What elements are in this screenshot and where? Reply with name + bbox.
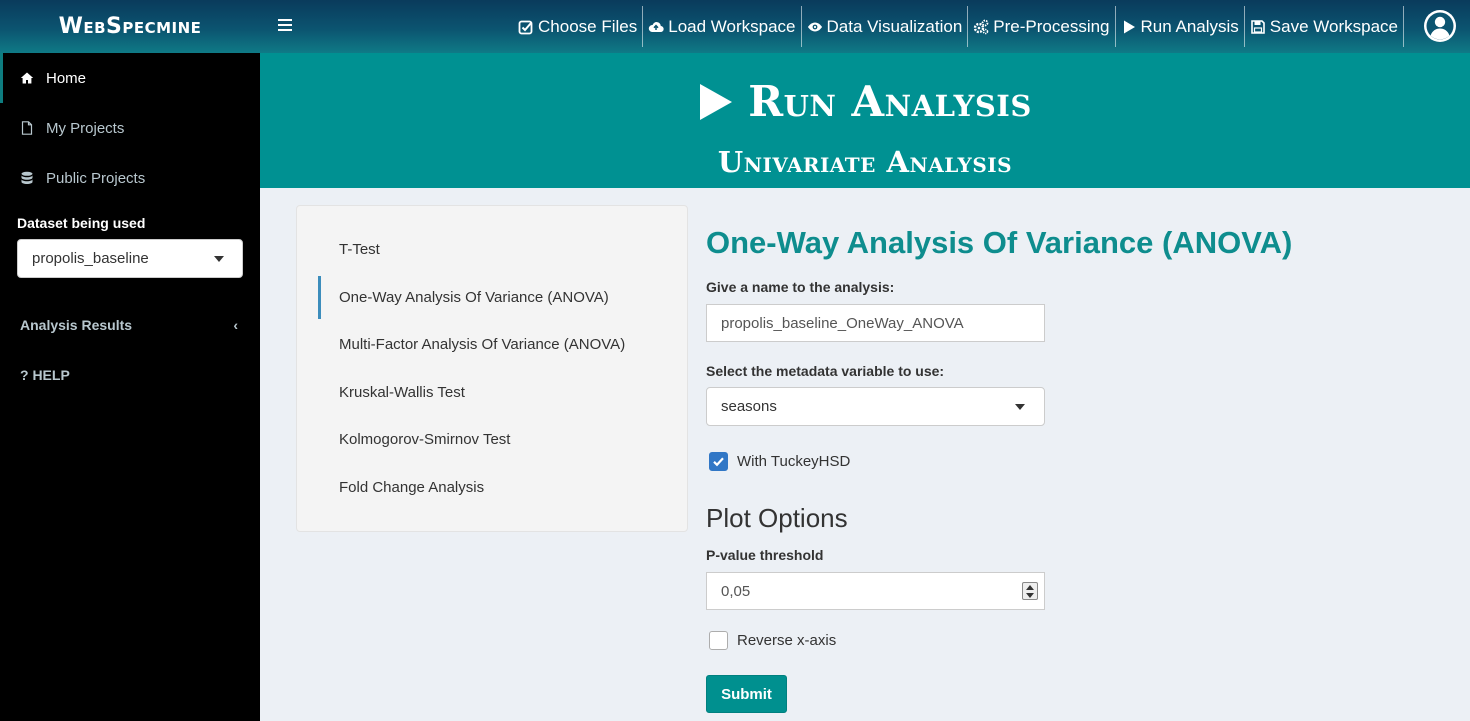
sidebar-item-my-projects[interactable]: My Projects [0, 103, 260, 153]
tab-kolmogorov-smirnov[interactable]: Kolmogorov-Smirnov Test [297, 416, 687, 464]
hamburger-icon-bar [278, 24, 292, 26]
spinner-up-icon[interactable] [1023, 583, 1037, 591]
tukey-checkbox-row: With TuckeyHSD [709, 452, 850, 471]
metadata-variable-value: seasons [721, 398, 777, 415]
sidebar-item-label: Public Projects [46, 169, 146, 187]
tukey-checkbox[interactable] [709, 452, 728, 471]
chevron-left-icon: ‹ [233, 317, 238, 333]
eye-icon [807, 22, 822, 31]
analysis-name-input[interactable]: propolis_baseline_OneWay_ANOVA [706, 304, 1045, 342]
file-icon [21, 121, 33, 135]
sidebar-item-label: ? HELP [20, 367, 70, 383]
nav-run-analysis[interactable]: Run Analysis [1116, 6, 1245, 47]
tab-fold-change[interactable]: Fold Change Analysis [297, 464, 687, 512]
submit-button[interactable]: Submit [706, 675, 787, 713]
dataset-select-value: propolis_baseline [32, 250, 149, 267]
check-square-icon [518, 20, 533, 34]
sidebar-item-label: Home [46, 69, 87, 87]
nav-load-workspace[interactable]: Load Workspace [643, 6, 802, 47]
tab-t-test[interactable]: T-Test [297, 226, 687, 274]
caret-down-icon [214, 255, 224, 262]
play-icon [700, 83, 733, 120]
pvalue-threshold-label: P-value threshold [706, 547, 824, 563]
play-icon [1123, 20, 1135, 33]
analysis-name-value: propolis_baseline_OneWay_ANOVA [721, 314, 964, 332]
number-spinner[interactable] [1022, 582, 1038, 600]
floppy-disk-icon [1250, 19, 1265, 34]
sidebar-item-analysis-results[interactable]: Analysis Results ‹ [0, 300, 260, 350]
sidebar-toggle-button[interactable] [272, 12, 298, 38]
spinner-down-icon[interactable] [1023, 591, 1037, 599]
caret-down-icon [1015, 403, 1025, 410]
sidebar-item-home[interactable]: Home [0, 53, 260, 103]
reverse-x-axis-checkbox[interactable] [709, 631, 728, 650]
dataset-label: Dataset being used [17, 215, 146, 231]
tukey-label: With TuckeyHSD [737, 453, 851, 470]
form-title: One-Way Analysis Of Variance (ANOVA) [706, 225, 1293, 260]
nav-choose-files[interactable]: Choose Files [513, 6, 644, 47]
nav-data-visualization[interactable]: Data Visualization [802, 6, 969, 47]
sidebar: Home My Projects Public Projects Dataset… [0, 53, 260, 721]
sidebar-item-help[interactable]: ? HELP [0, 350, 260, 400]
user-avatar-icon[interactable] [1422, 8, 1458, 44]
dataset-select[interactable]: propolis_baseline [17, 239, 243, 278]
hamburger-icon-bar [278, 29, 292, 31]
sidebar-item-label: My Projects [46, 119, 125, 137]
page-header-banner: Run Analysis Univariate Analysis [260, 53, 1470, 188]
home-icon [20, 72, 34, 84]
nav-label: Choose Files [538, 16, 638, 36]
tab-kruskal-wallis[interactable]: Kruskal-Wallis Test [297, 369, 687, 417]
top-navbar: WebSpecmine Choose Files Load Workspace … [0, 0, 1470, 53]
metadata-variable-label: Select the metadata variable to use: [706, 363, 945, 379]
plot-options-heading: Plot Options [706, 503, 848, 533]
nav-label: Pre-Processing [993, 16, 1110, 36]
gears-icon [974, 19, 989, 34]
anova-form: One-Way Analysis Of Variance (ANOVA) Giv… [706, 225, 1406, 713]
page-title: Run Analysis [260, 77, 1470, 126]
metadata-variable-select[interactable]: seasons [706, 387, 1045, 426]
nav-save-workspace[interactable]: Save Workspace [1245, 6, 1404, 47]
reverse-x-axis-label: Reverse x-axis [737, 632, 837, 649]
sidebar-item-label: Analysis Results [20, 317, 133, 333]
nav-label: Load Workspace [668, 16, 796, 36]
sidebar-item-public-projects[interactable]: Public Projects [0, 153, 260, 203]
nav-pre-processing[interactable]: Pre-Processing [968, 6, 1116, 47]
hamburger-icon-bar [278, 19, 292, 21]
nav-label: Data Visualization [826, 16, 963, 36]
pvalue-threshold-input[interactable]: 0,05 [706, 572, 1045, 610]
reverse-x-axis-row: Reverse x-axis [709, 631, 836, 650]
database-icon [21, 171, 33, 184]
top-nav-menu: Choose Files Load Workspace Data Visuali… [513, 6, 1404, 47]
pvalue-threshold-value: 0,05 [721, 582, 751, 600]
nav-label: Save Workspace [1269, 16, 1398, 36]
page-title-text: Run Analysis [748, 77, 1032, 126]
analysis-name-label: Give a name to the analysis: [706, 279, 895, 295]
analysis-method-tabs: T-Test One-Way Analysis Of Variance (ANO… [296, 205, 688, 532]
nav-label: Run Analysis [1140, 16, 1239, 36]
cloud-upload-icon [649, 21, 664, 32]
tab-multi-factor-anova[interactable]: Multi-Factor Analysis Of Variance (ANOVA… [297, 321, 687, 369]
page-subtitle: Univariate Analysis [717, 145, 1013, 179]
check-icon [713, 457, 724, 467]
brand-logo[interactable]: WebSpecmine [0, 0, 260, 53]
tab-one-way-anova[interactable]: One-Way Analysis Of Variance (ANOVA) [297, 274, 687, 322]
